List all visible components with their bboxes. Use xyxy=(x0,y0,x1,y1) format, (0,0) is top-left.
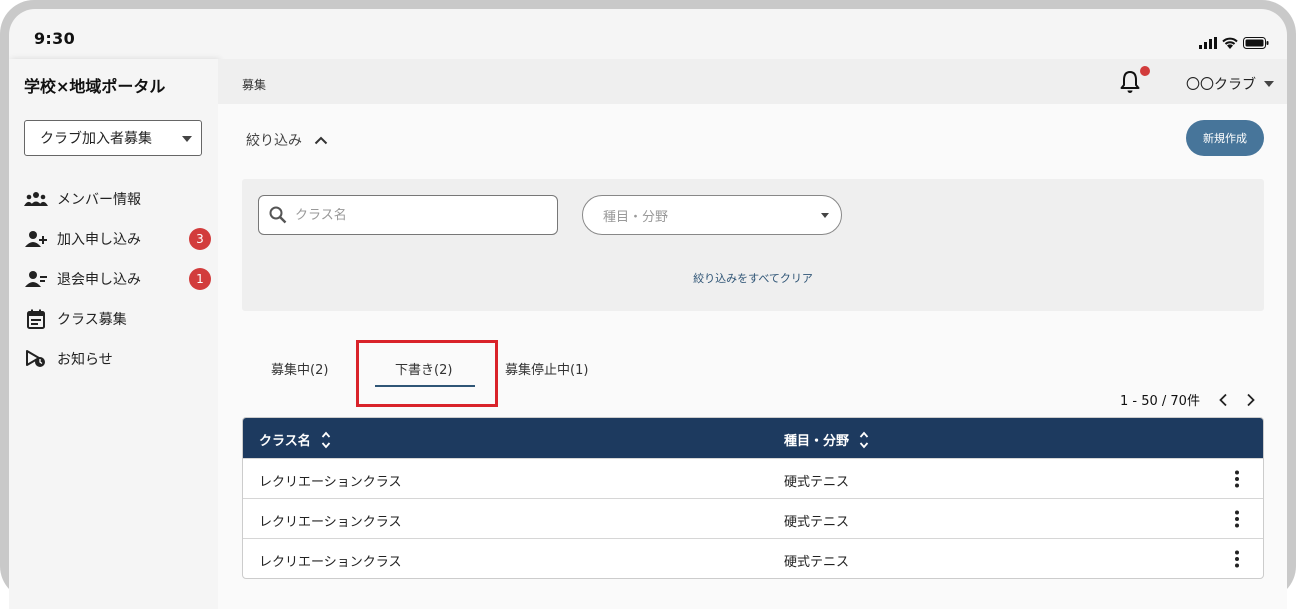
table-row[interactable]: レクリエーションクラス 硬式テニス xyxy=(243,458,1263,498)
column-header-class-name[interactable]: クラス名 xyxy=(259,430,331,449)
status-icons xyxy=(1199,37,1269,49)
tab-suspended[interactable]: 募集停止中(1) xyxy=(505,359,588,378)
table-row[interactable]: レクリエーションクラス 硬式テニス xyxy=(243,538,1263,578)
chevron-down-icon xyxy=(1264,81,1274,87)
announcement-icon xyxy=(23,348,49,370)
bell-icon[interactable] xyxy=(1120,69,1140,95)
person-remove-icon xyxy=(23,268,49,290)
class-search-input[interactable] xyxy=(295,207,535,223)
sidebar-item-join-requests[interactable]: 加入申し込み 3 xyxy=(23,219,213,259)
battery-icon xyxy=(1243,37,1269,49)
filter-panel: 種目・分野 絞り込みをすべてクリア xyxy=(242,179,1264,311)
notification-dot xyxy=(1140,66,1150,76)
count-badge: 3 xyxy=(189,228,211,250)
category-select[interactable]: 種目・分野 xyxy=(582,195,842,235)
table-header: クラス名 種目・分野 xyxy=(243,418,1263,458)
create-new-button[interactable]: 新規作成 xyxy=(1186,120,1264,156)
sidebar-item-notices[interactable]: お知らせ xyxy=(23,339,213,379)
pagination-range: 1 - 50 / 70件 xyxy=(1120,394,1200,409)
highlight-annotation xyxy=(356,340,498,407)
chevron-up-icon xyxy=(314,136,328,144)
person-add-icon xyxy=(23,228,49,250)
calendar-icon xyxy=(23,308,49,330)
table-row[interactable]: レクリエーションクラス 硬式テニス xyxy=(243,498,1263,538)
sidebar-item-class-recruit[interactable]: クラス募集 xyxy=(23,299,213,339)
search-icon xyxy=(269,206,287,224)
cell-class-name: レクリエーションクラス xyxy=(259,515,402,530)
chevron-left-icon[interactable] xyxy=(1218,393,1228,407)
column-header-category[interactable]: 種目・分野 xyxy=(784,430,869,449)
group-icon xyxy=(23,188,49,210)
clear-filters-link[interactable]: 絞り込みをすべてクリア xyxy=(242,270,1264,286)
tab-recruiting[interactable]: 募集中(2) xyxy=(271,359,328,378)
sidebar-item-label: お知らせ xyxy=(57,352,113,368)
cell-class-name: レクリエーションクラス xyxy=(259,555,402,570)
sidebar-item-label: 加入申し込み xyxy=(57,232,141,248)
filter-toggle-label: 絞り込み xyxy=(246,133,302,149)
sidebar-nav: メンバー情報 加入申し込み 3 退会申し込み 1 クラス募集 お知らせ xyxy=(23,179,213,379)
more-vert-icon[interactable] xyxy=(1235,550,1239,568)
chevron-right-icon[interactable] xyxy=(1246,393,1256,407)
status-time: 9:30 xyxy=(34,29,75,48)
more-vert-icon[interactable] xyxy=(1235,510,1239,528)
cell-category: 硬式テニス xyxy=(784,555,850,570)
count-badge: 1 xyxy=(189,268,211,290)
sidebar-item-members[interactable]: メンバー情報 xyxy=(23,179,213,219)
signal-icon xyxy=(1199,37,1217,49)
chevron-down-icon xyxy=(182,136,192,142)
cell-category: 硬式テニス xyxy=(784,475,850,490)
sidebar-item-label: 退会申し込み xyxy=(57,272,141,288)
status-bar: 9:30 xyxy=(9,9,1287,59)
top-bar: 募集 〇〇クラブ xyxy=(218,59,1287,104)
sidebar-item-label: クラス募集 xyxy=(57,312,127,328)
sort-icon xyxy=(859,431,869,448)
screen: 9:30 学校×地域ポータル クラブ加入者募集 メンバー情報 加入申し込み 3 … xyxy=(9,9,1287,609)
cell-class-name: レクリエーションクラス xyxy=(259,475,402,490)
breadcrumb: 募集 xyxy=(242,78,267,92)
column-header-label: クラス名 xyxy=(259,434,311,449)
class-search-field[interactable] xyxy=(258,195,558,235)
account-name: 〇〇クラブ xyxy=(1186,77,1256,93)
status-tabs: 募集中(2) 下書き(2) 募集停止中(1) xyxy=(242,339,842,407)
tablet-frame: 9:30 学校×地域ポータル クラブ加入者募集 メンバー情報 加入申し込み 3 … xyxy=(0,0,1296,609)
chevron-down-icon xyxy=(821,213,829,218)
main-content: 募集 〇〇クラブ 絞り込み 新規作成 クラス名 種目・分野 絞り込みをすべてクリ… xyxy=(218,59,1287,609)
app-title: 学校×地域ポータル xyxy=(24,77,166,96)
sidebar-item-withdraw-requests[interactable]: 退会申し込み 1 xyxy=(23,259,213,299)
wifi-icon xyxy=(1222,37,1238,49)
category-select-placeholder: 種目・分野 xyxy=(603,209,669,225)
more-vert-icon[interactable] xyxy=(1235,470,1239,488)
portal-select-value: クラブ加入者募集 xyxy=(40,131,152,147)
recruit-table: クラス名 種目・分野 レクリエーションクラス 硬式テニス レクリエーションクラス… xyxy=(242,417,1264,579)
sort-icon xyxy=(321,431,330,448)
filter-toggle[interactable]: 絞り込み xyxy=(246,130,328,150)
cell-category: 硬式テニス xyxy=(784,515,850,530)
sidebar-item-label: メンバー情報 xyxy=(57,192,141,208)
account-menu[interactable]: 〇〇クラブ xyxy=(1186,74,1274,94)
column-header-label: 種目・分野 xyxy=(784,434,850,449)
sidebar: 学校×地域ポータル クラブ加入者募集 メンバー情報 加入申し込み 3 退会申し込… xyxy=(9,59,218,609)
pagination: 1 - 50 / 70件 xyxy=(1120,390,1256,409)
portal-select[interactable]: クラブ加入者募集 xyxy=(24,120,202,156)
